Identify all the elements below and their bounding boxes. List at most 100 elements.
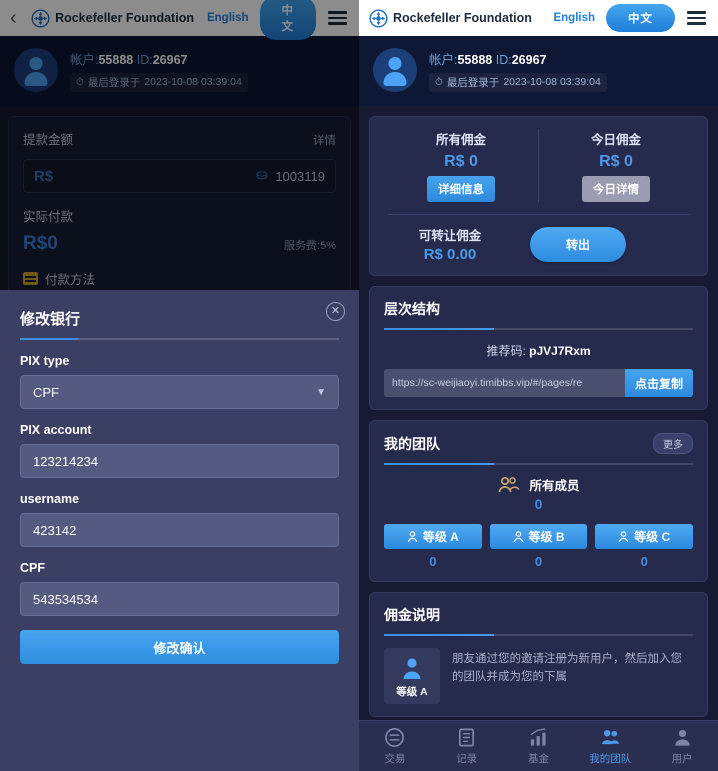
edit-bank-modal: ✕ 修改银行 PIX type CPF ▼ PIX account 123214… <box>0 290 359 771</box>
all-members-label: 所有成员 <box>529 479 580 493</box>
pix-account-label: PIX account <box>20 423 92 437</box>
cpf-value: 543534534 <box>33 591 99 607</box>
language-english-button[interactable]: English <box>548 9 600 27</box>
my-team-header: 我的团队 更多 <box>384 433 693 463</box>
id-value: 26967 <box>511 52 547 67</box>
grade-b-label: 等级 B <box>528 530 565 544</box>
more-badge[interactable]: 更多 <box>653 433 693 454</box>
commission-info-text: 朋友通过您的邀请注册为新用户，然后加入您的团队并成为您的下属 <box>452 653 682 684</box>
all-members-row: 所有成员 <box>497 475 580 494</box>
all-members-count: 0 <box>534 496 543 512</box>
right-panel: Rockefeller Foundation English 中文 帐户:558… <box>359 0 718 771</box>
last-login-line: ⏱ 最后登录于 2023-10-08 03:39:04 <box>429 72 607 92</box>
today-commission-label: 今日佣金 <box>590 133 641 147</box>
referral-link-input[interactable]: https://sc-weijiaoyi.timibbs.vip/#/pages… <box>384 369 625 397</box>
grade-a-tile: 等级 A <box>384 648 440 704</box>
all-commission-value: R$ 0 <box>444 153 478 170</box>
transferable-block: 可转让佣金 R$ 0.00 <box>384 225 516 263</box>
id-label: ID: <box>495 52 512 67</box>
commission-info-title: 佣金说明 <box>384 607 440 623</box>
referral-code-label: 推荐码: <box>486 344 526 358</box>
modal-title-underline <box>20 338 339 340</box>
tab-my-team[interactable]: 我的团队 <box>574 727 646 766</box>
username-value: 423142 <box>33 522 77 538</box>
username-input[interactable]: 423142 <box>20 513 339 547</box>
pix-account-input[interactable]: 123214234 <box>20 444 339 478</box>
referral-link-value: https://sc-weijiaoyi.timibbs.vip/#/pages… <box>392 377 583 389</box>
copy-link-button[interactable]: 点击复制 <box>624 369 693 397</box>
commission-info-header: 佣金说明 <box>384 605 693 634</box>
commission-bottom-row: 可转让佣金 R$ 0.00 转出 <box>384 225 693 263</box>
brand-right: Rockefeller Foundation <box>369 8 532 28</box>
grade-a-block: 等级 A 0 <box>384 524 482 569</box>
grade-a-tile-label: 等级 A <box>396 686 428 698</box>
grade-a-label: 等级 A <box>422 530 459 544</box>
tab-trade[interactable]: 交易 <box>359 727 431 766</box>
bottom-tab-bar: 交易 记录 基金 我的团队 用户 <box>359 720 718 771</box>
record-book-icon <box>459 728 475 746</box>
last-login-time: 2023-10-08 03:39:04 <box>503 76 601 88</box>
last-login-label: 最后登录于 <box>446 76 500 89</box>
person-icon <box>407 530 417 542</box>
referral-link-row: https://sc-weijiaoyi.timibbs.vip/#/pages… <box>384 369 693 397</box>
hierarchy-underline <box>384 328 693 330</box>
commission-info-card: 佣金说明 等级 A 朋友通过您的邀请注册为新用户，然后加入您的团队并成为您的下属 <box>369 592 708 717</box>
all-commission-block: 所有佣金 R$ 0 详细信息 <box>384 129 539 202</box>
commission-top-row: 所有佣金 R$ 0 详细信息 今日佣金 R$ 0 今日详情 <box>384 129 693 202</box>
referral-code-row: 推荐码: pJVJ7Rxm <box>384 342 693 359</box>
close-circle-icon[interactable]: ✕ <box>326 302 345 321</box>
my-team-card: 我的团队 更多 所有成员 0 等级 A 0 等级 B 0 等级 C 0 <box>369 420 708 582</box>
all-members-block: 所有成员 0 <box>384 475 693 512</box>
grade-c-count: 0 <box>640 554 648 569</box>
hierarchy-header: 层次结构 <box>384 299 693 328</box>
grade-c-button[interactable]: 等级 C <box>595 524 694 549</box>
pix-type-select[interactable]: CPF ▼ <box>20 375 339 409</box>
dual-panel-screenshot: ‹ Rockefeller Foundation English 中文 帐户:5… <box>0 0 718 771</box>
all-commission-detail-button[interactable]: 详细信息 <box>427 176 495 202</box>
person-icon <box>619 530 629 542</box>
grade-buttons-row: 等级 A 0 等级 B 0 等级 C 0 <box>384 524 694 569</box>
grade-b-button[interactable]: 等级 B <box>489 524 588 549</box>
right-panel-body: 所有佣金 R$ 0 详细信息 今日佣金 R$ 0 今日详情 可转让佣金 R$ 0… <box>359 106 718 771</box>
exchange-icon <box>385 727 405 747</box>
tab-fund-label: 基金 <box>527 752 549 765</box>
grade-b-block: 等级 B 0 <box>489 524 588 569</box>
grade-c-label: 等级 C <box>634 530 671 544</box>
cpf-input[interactable]: 543534534 <box>20 582 339 616</box>
tab-records-label: 记录 <box>456 752 478 765</box>
pix-type-value: CPF <box>33 384 59 400</box>
transferable-label: 可转让佣金 <box>418 229 482 243</box>
chevron-down-icon: ▼ <box>316 386 326 398</box>
avatar-icon <box>403 658 421 679</box>
left-panel: ‹ Rockefeller Foundation English 中文 帐户:5… <box>0 0 359 771</box>
clock-icon: ⏱ <box>435 76 443 88</box>
account-id-line: 帐户:55888 ID:26967 <box>429 49 607 68</box>
tab-user-label: 用户 <box>671 752 693 765</box>
my-team-title: 我的团队 <box>384 435 440 452</box>
transfer-out-button[interactable]: 转出 <box>530 226 627 262</box>
language-chinese-button[interactable]: 中文 <box>606 4 675 32</box>
language-switch-right: English 中文 <box>548 4 708 32</box>
avatar-icon <box>373 48 417 92</box>
confirm-edit-button[interactable]: 修改确认 <box>20 630 339 664</box>
tab-user[interactable]: 用户 <box>646 727 718 766</box>
commission-info-row: 等级 A 朋友通过您的邀请注册为新用户，然后加入您的团队并成为您的下属 <box>384 648 693 704</box>
user-icon <box>674 729 690 746</box>
pix-account-value: 123214234 <box>33 453 99 469</box>
grade-c-block: 等级 C 0 <box>595 524 694 569</box>
grade-a-button[interactable]: 等级 A <box>384 524 482 549</box>
tab-fund[interactable]: 基金 <box>503 727 575 766</box>
chart-bar-icon <box>530 727 546 746</box>
commission-info-underline <box>384 634 693 636</box>
people-icon <box>499 476 520 492</box>
grade-b-count: 0 <box>534 554 543 569</box>
person-icon <box>513 530 523 542</box>
today-commission-detail-button[interactable]: 今日详情 <box>582 176 650 202</box>
hierarchy-card: 层次结构 推荐码: pJVJ7Rxm https://sc-weijiaoyi.… <box>369 286 708 410</box>
team-icon <box>601 729 620 744</box>
account-label: 帐户: <box>429 52 458 67</box>
my-team-underline <box>384 463 693 465</box>
tab-records[interactable]: 记录 <box>431 727 503 766</box>
hamburger-menu-icon[interactable] <box>685 9 708 27</box>
rockefeller-logo-icon <box>369 8 388 28</box>
